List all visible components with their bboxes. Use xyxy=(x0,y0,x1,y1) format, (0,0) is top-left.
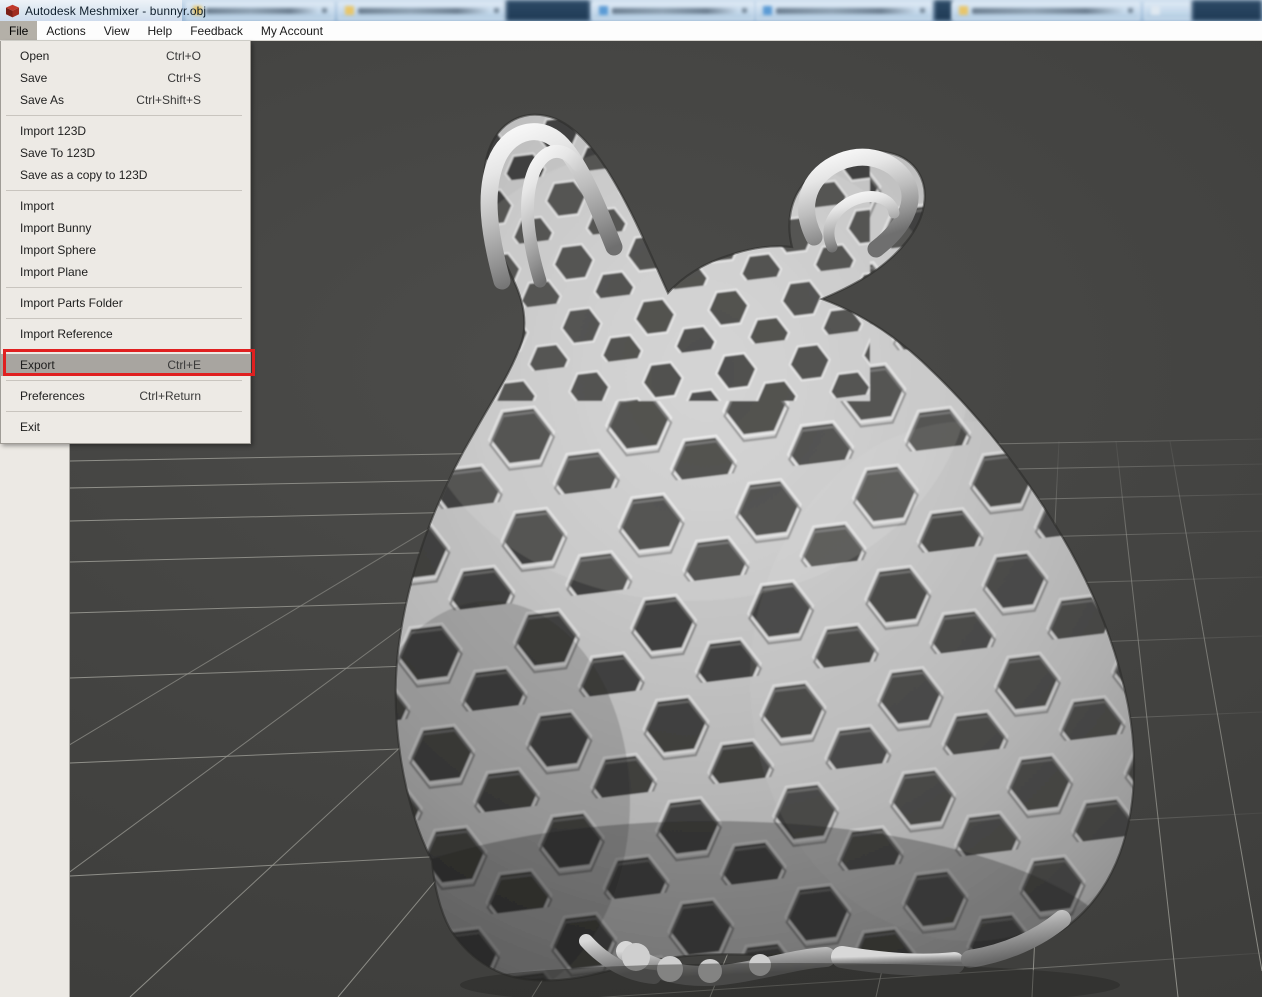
taskbar-tab-title xyxy=(358,8,490,14)
close-icon[interactable] xyxy=(1128,8,1133,13)
favicon-icon xyxy=(345,6,354,15)
menu-item-label: Save To 123D xyxy=(20,146,201,160)
menu-item-label: Import xyxy=(20,199,201,213)
menu-my-account[interactable]: My Account xyxy=(252,21,332,40)
menu-item-label: Preferences xyxy=(20,389,139,403)
menu-item-shortcut: Ctrl+S xyxy=(167,71,240,85)
taskbar-window-edge xyxy=(1192,0,1262,21)
menu-item-save[interactable]: Save Ctrl+S xyxy=(1,67,250,89)
menu-separator xyxy=(6,380,242,381)
menu-item-label: Import Bunny xyxy=(20,221,201,235)
menu-bar: File Actions View Help Feedback My Accou… xyxy=(0,21,1262,41)
taskbar-tab[interactable] xyxy=(756,1,932,20)
menu-item-preferences[interactable]: Preferences Ctrl+Return xyxy=(1,385,250,407)
favicon-icon xyxy=(1151,6,1160,15)
taskbar-tab[interactable] xyxy=(592,1,754,20)
taskbar-tab-title xyxy=(612,8,738,14)
menu-separator xyxy=(6,349,242,350)
taskbar-tab[interactable] xyxy=(952,1,1140,20)
menu-item-save-as[interactable]: Save As Ctrl+Shift+S xyxy=(1,89,250,111)
menu-item-import-reference[interactable]: Import Reference xyxy=(1,323,250,345)
taskbar-tab[interactable] xyxy=(1144,1,1192,20)
menu-item-label: Import 123D xyxy=(20,124,201,138)
menu-item-shortcut: Ctrl+Return xyxy=(139,389,240,403)
title-bar: Autodesk Meshmixer - bunnyr.obj xyxy=(0,0,182,21)
menu-item-label: Open xyxy=(20,49,166,63)
menu-actions[interactable]: Actions xyxy=(37,21,94,40)
menu-separator xyxy=(6,190,242,191)
close-icon[interactable] xyxy=(742,8,747,13)
menu-item-save-as-copy-to-123d[interactable]: Save as a copy to 123D xyxy=(1,164,250,186)
menu-file[interactable]: File xyxy=(0,21,37,40)
menu-view[interactable]: View xyxy=(95,21,139,40)
menu-separator xyxy=(6,318,242,319)
menu-item-import-sphere[interactable]: Import Sphere xyxy=(1,239,250,261)
menu-separator xyxy=(6,115,242,116)
taskbar-window-edge xyxy=(506,0,590,21)
menu-item-label: Import Sphere xyxy=(20,243,201,257)
menu-item-label: Import Plane xyxy=(20,265,201,279)
file-dropdown-menu: Open Ctrl+O Save Ctrl+S Save As Ctrl+Shi… xyxy=(0,41,251,444)
menu-item-save-to-123d[interactable]: Save To 123D xyxy=(1,142,250,164)
menu-item-label: Export xyxy=(20,358,167,372)
taskbar-window-edge xyxy=(934,0,952,21)
taskbar-tab-title xyxy=(972,8,1124,14)
menu-item-exit[interactable]: Exit xyxy=(1,416,250,438)
favicon-icon xyxy=(959,6,968,15)
menu-item-shortcut: Ctrl+O xyxy=(166,49,240,63)
menu-item-label: Save xyxy=(20,71,167,85)
menu-feedback[interactable]: Feedback xyxy=(181,21,252,40)
menu-item-label: Import Parts Folder xyxy=(20,296,201,310)
menu-item-shortcut: Ctrl+Shift+S xyxy=(136,93,240,107)
menu-item-import-plane[interactable]: Import Plane xyxy=(1,261,250,283)
menu-item-label: Save as a copy to 123D xyxy=(20,168,201,182)
favicon-icon xyxy=(763,6,772,15)
menu-help[interactable]: Help xyxy=(139,21,182,40)
taskbar-tab-title xyxy=(776,8,916,14)
menu-item-open[interactable]: Open Ctrl+O xyxy=(1,45,250,67)
taskbar-tab[interactable] xyxy=(186,1,334,20)
favicon-icon xyxy=(599,6,608,15)
meshmixer-window: Autodesk Meshmixer - bunnyr.obj File Act… xyxy=(0,0,1262,997)
menu-item-label: Import Reference xyxy=(20,327,201,341)
menu-item-import-parts-folder[interactable]: Import Parts Folder xyxy=(1,292,250,314)
menu-item-import-123d[interactable]: Import 123D xyxy=(1,120,250,142)
close-icon[interactable] xyxy=(322,8,327,13)
taskbar-tab[interactable] xyxy=(338,1,506,20)
menu-item-export[interactable]: Export Ctrl+E xyxy=(1,354,250,376)
close-icon[interactable] xyxy=(494,8,499,13)
meshmixer-cube-icon xyxy=(5,4,20,18)
menu-separator xyxy=(6,287,242,288)
menu-separator xyxy=(6,411,242,412)
menu-item-label: Exit xyxy=(20,420,201,434)
menu-item-shortcut: Ctrl+E xyxy=(167,358,240,372)
menu-item-import-bunny[interactable]: Import Bunny xyxy=(1,217,250,239)
menu-item-label: Save As xyxy=(20,93,136,107)
window-title: Autodesk Meshmixer - bunnyr.obj xyxy=(25,4,206,18)
menu-item-import[interactable]: Import xyxy=(1,195,250,217)
close-icon[interactable] xyxy=(920,8,925,13)
taskbar-tab-title xyxy=(206,8,318,14)
